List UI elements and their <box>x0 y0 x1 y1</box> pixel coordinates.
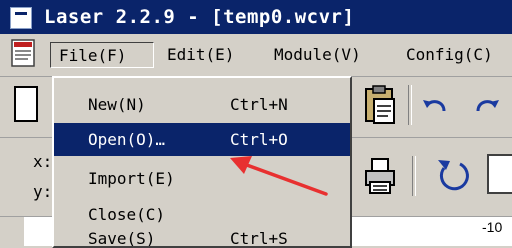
rotation-input[interactable] <box>487 154 512 194</box>
window-title: Laser 2.2.9 - [temp0.wcvr] <box>44 6 355 28</box>
menu-config[interactable]: Config(C) <box>402 42 497 68</box>
menu-file[interactable]: File(F) <box>50 42 154 68</box>
new-document-icon[interactable] <box>14 86 38 122</box>
toolbar-separator <box>412 156 416 196</box>
y-coordinate-label: y: <box>33 182 53 201</box>
paste-clipboard-icon[interactable] <box>360 83 400 127</box>
document-icon[interactable] <box>8 38 38 68</box>
printer-icon[interactable] <box>360 156 400 196</box>
toolbar-separator <box>408 85 412 125</box>
menu-module[interactable]: Module(V) <box>270 42 365 68</box>
menu-item-close[interactable]: Close(C) <box>54 198 350 231</box>
menu-item-label: Open(O)… <box>88 130 166 149</box>
menu-item-shortcut: Ctrl+S <box>230 232 288 246</box>
rotate-icon[interactable] <box>430 156 478 196</box>
menu-item-label: New(N) <box>88 95 146 114</box>
ruler-tick-label: -10 <box>482 219 503 235</box>
undo-icon[interactable] <box>418 89 454 121</box>
redo-icon[interactable] <box>468 89 504 121</box>
red-arrow-icon <box>230 156 328 196</box>
menu-item-save[interactable]: Save(S) Ctrl+S <box>54 232 350 246</box>
menu-item-label: Close(C) <box>88 205 166 224</box>
ruler-corner <box>0 217 24 246</box>
menu-item-label: Save(S) <box>88 232 156 246</box>
x-coordinate-label: x: <box>33 152 53 171</box>
menu-edit[interactable]: Edit(E) <box>163 42 238 68</box>
menu-item-label: Import(E) <box>88 169 175 188</box>
menu-bar: File(F) Edit(E) Module(V) Config(C) <box>0 34 512 77</box>
title-bar: Laser 2.2.9 - [temp0.wcvr] <box>0 0 512 34</box>
window-icon[interactable] <box>10 7 32 29</box>
menu-item-new[interactable]: New(N) Ctrl+N <box>54 88 350 121</box>
menu-item-shortcut: Ctrl+N <box>230 95 288 114</box>
